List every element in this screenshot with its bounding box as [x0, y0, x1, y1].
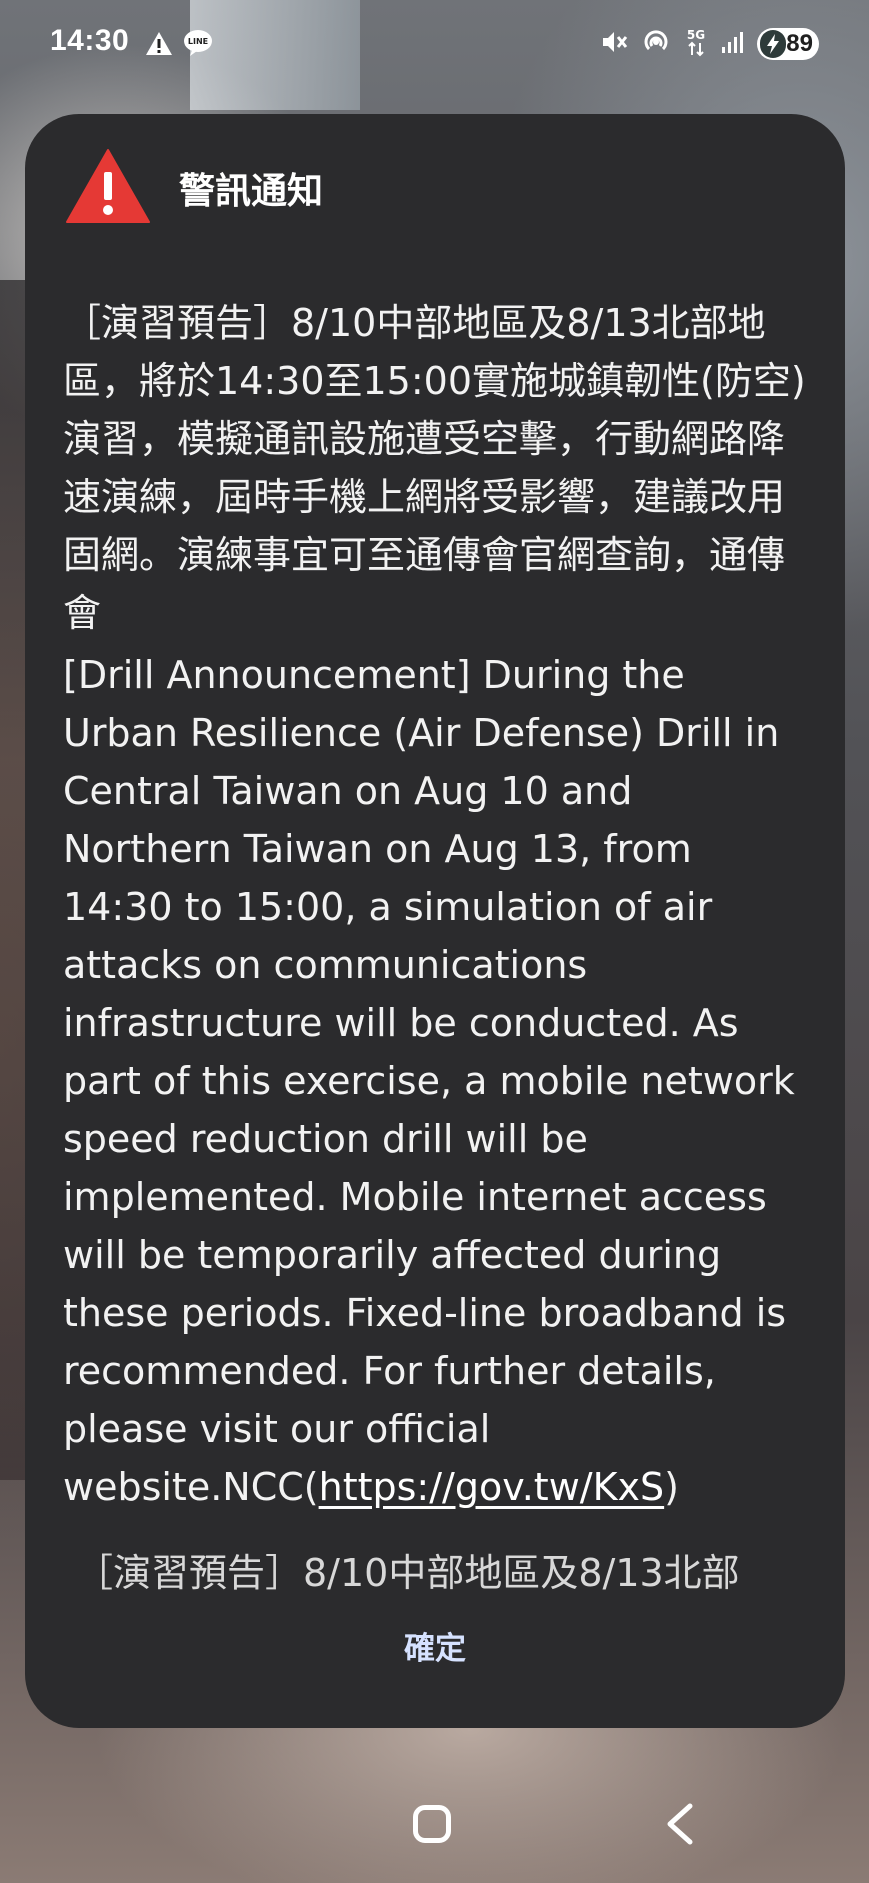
battery-saver-icon: [760, 30, 786, 58]
battery-indicator: 89: [757, 28, 819, 60]
warning-icon: [144, 30, 174, 61]
battery-level: 89: [786, 30, 813, 57]
line-app-icon: LINE: [182, 28, 214, 62]
nav-back-button[interactable]: [660, 1802, 700, 1846]
5g-icon: 5G: [683, 26, 709, 62]
alert-message-english-text: [Drill Announcement] During the Urban Re…: [63, 653, 795, 1509]
network-type-label: 5G: [687, 28, 705, 42]
alert-message-preview: ［演習預告］8/10中部地區及8/13北部: [75, 1551, 740, 1595]
back-icon: [667, 1803, 693, 1845]
status-bar: 14:30 LINE 5G 89: [0, 0, 869, 90]
confirm-button[interactable]: 確定: [365, 1614, 505, 1684]
dialog-header: 警訊通知: [65, 148, 323, 228]
svg-text:LINE: LINE: [188, 37, 208, 46]
warning-icon: [65, 148, 151, 228]
alert-message: ［演習預告］8/10中部地區及8/13北部地區，將於14:30至15:00實施城…: [63, 294, 833, 1516]
status-left-icons: LINE: [144, 28, 214, 62]
alert-message-english-suffix: ): [664, 1465, 679, 1509]
alert-message-chinese: ［演習預告］8/10中部地區及8/13北部地區，將於14:30至15:00實施城…: [63, 301, 806, 635]
nav-home-button[interactable]: [413, 1805, 451, 1843]
status-time: 14:30: [50, 24, 130, 57]
alert-message-english: [Drill Announcement] During the Urban Re…: [63, 646, 803, 1516]
signal-icon: [721, 30, 745, 58]
dialog-title: 警訊通知: [179, 171, 324, 212]
emergency-alert-dialog: 警訊通知 ［演習預告］8/10中部地區及8/13北部地區，將於14:30至15:…: [25, 114, 845, 1728]
mute-vibrate-icon: [599, 27, 629, 61]
ncc-website-link[interactable]: https://gov.tw/KxS: [319, 1465, 665, 1509]
status-right-icons: 5G 89: [599, 26, 819, 62]
hotspot-icon: [641, 27, 671, 61]
